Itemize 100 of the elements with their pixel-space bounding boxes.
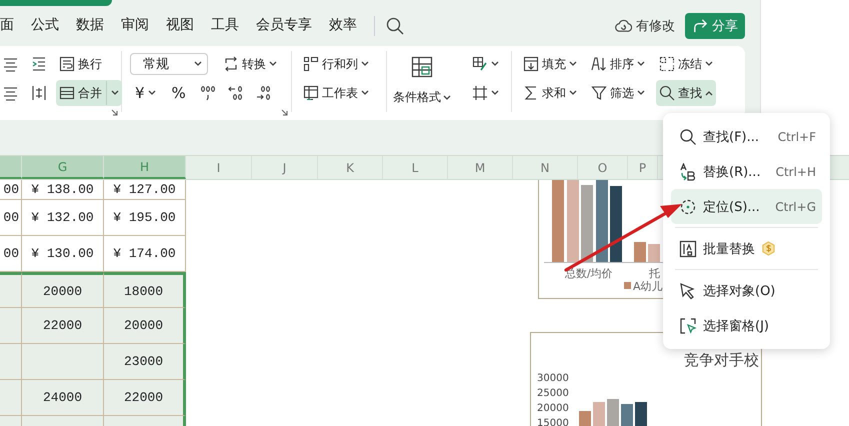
button-label: 冻结 [678,56,702,72]
legend-label: A幼儿 [633,279,663,294]
cloud-sync-icon [615,18,632,34]
table-cell: ¥ 127.00 [104,180,186,200]
conditional-format-button[interactable]: 条件格式 [393,51,451,112]
sync-status-text: 有修改 [636,18,675,35]
menu-item-label: 批量替换 [703,240,755,258]
menu-item[interactable]: 选择对象(O) [671,273,822,308]
menu-item[interactable]: 选择窗格(J) [671,308,822,343]
menu-item-label: 定位(S)... [703,198,760,216]
caret-icon [361,90,369,96]
toolbar-button[interactable]: 换行 [56,51,105,77]
menu-item[interactable]: 查找(F)... Ctrl+F [671,119,822,154]
dialog-launcher-icon[interactable] [281,109,288,116]
caret-icon [443,94,451,100]
caret-icon [705,90,713,96]
caret-icon [269,61,277,67]
toolbar-button[interactable]: 求和 [520,80,580,106]
bar [634,242,646,262]
menu-tab[interactable]: 数据 [76,12,104,40]
menu-tab[interactable]: 工具 [211,12,239,40]
menu-tab[interactable]: 面 [0,12,14,40]
toolbar-button[interactable]: 填充 [520,51,580,77]
toolbar-button[interactable]: 排序 [588,51,648,77]
caret-icon [491,61,499,67]
menu-item-label: 替换(R)... [703,164,761,180]
bar [579,411,591,426]
table-cell: 22000 [22,308,104,344]
border-icon [472,85,488,101]
button-label: 行和列 [322,56,358,72]
menu-tab[interactable]: 公式 [31,12,59,40]
merge-cells-icon [59,85,75,101]
table-cell: 20000 [104,308,186,344]
column-header[interactable]: K [318,156,383,179]
search-button[interactable] [386,17,404,35]
caret-icon [705,61,713,67]
column-header[interactable]: J [252,156,318,179]
wrap-text-icon [59,56,75,72]
toolbar-button[interactable]: 行和列 [300,51,372,77]
menu-item-label: 查找(F)... [703,128,760,146]
column-header[interactable]: O [578,156,628,179]
menu-item-label: 选择对象(O) [703,282,776,300]
format-button[interactable]: % [166,80,191,106]
caret-icon [637,90,645,96]
sheet-icon [303,85,319,101]
column-header[interactable]: M [448,156,513,179]
number-format-select[interactable]: 常规 [130,53,208,75]
button-label: 条件格式 [393,89,441,106]
swap-icon [223,56,239,72]
toolbar-button[interactable]: 转换 [220,51,280,77]
axis-tick-label: 20000 [537,403,569,414]
axis-tick-label: 25000 [537,388,569,399]
thousands-separator-icon [200,85,216,101]
menu-tab[interactable]: 会员专享 [256,12,312,40]
select-value: 常规 [143,56,169,73]
decrease-decimal-icon [228,85,244,101]
sum-icon [523,85,539,101]
shortcut-text: Ctrl+F [778,130,816,144]
search-icon [659,85,675,101]
menu-tab[interactable]: 审阅 [121,12,149,40]
dialog-launcher-icon[interactable] [111,109,118,116]
column-header[interactable] [0,156,22,179]
button-label: 求和 [542,84,566,102]
menu-tab[interactable]: 视图 [166,12,194,40]
menu-item[interactable]: 批量替换 [671,231,822,266]
table-cell: 23000 [104,344,186,380]
legend-swatch [624,282,631,289]
toolbar-button[interactable]: 冻结 [656,51,716,77]
menu-item[interactable]: 定位(S)... Ctrl+G [671,189,822,224]
toolbar-button[interactable]: 查找 [656,80,716,106]
column-header[interactable]: N [513,156,578,179]
batch-replace-icon [679,240,697,258]
menu-item[interactable]: 替换(R)... Ctrl+H [671,154,822,189]
bar [635,402,647,426]
filter-icon [591,85,607,101]
column-header[interactable]: P [628,156,658,179]
menu-tab[interactable]: 效率 [329,12,357,40]
caret-icon [569,90,577,96]
freeze-icon [659,56,675,72]
merge-button[interactable]: 合并 [56,80,122,106]
caret-icon [148,90,156,96]
column-header[interactable]: L [383,156,448,179]
selection-pane-icon [679,316,697,334]
caret-icon [569,61,577,67]
menu-item-label: 选择窗格(J) [703,318,769,334]
cursor-icon [679,282,697,300]
column-header[interactable]: I [186,156,252,179]
bar [593,402,605,426]
share-button[interactable]: 分享 [685,13,745,39]
toolbar-button[interactable]: 筛选 [588,80,648,106]
format-button[interactable]: ¥ [130,80,161,106]
align-icon [3,56,19,72]
button-label: ¥ [135,84,145,102]
sync-status-button[interactable]: 有修改 [615,17,675,35]
cell-style-icon [472,56,488,72]
caret-icon [111,90,119,96]
toolbar-button[interactable]: 工作表 [300,80,372,106]
rows-columns-icon [303,56,319,72]
share-icon [692,18,709,34]
table-cell: 00 [0,180,22,200]
